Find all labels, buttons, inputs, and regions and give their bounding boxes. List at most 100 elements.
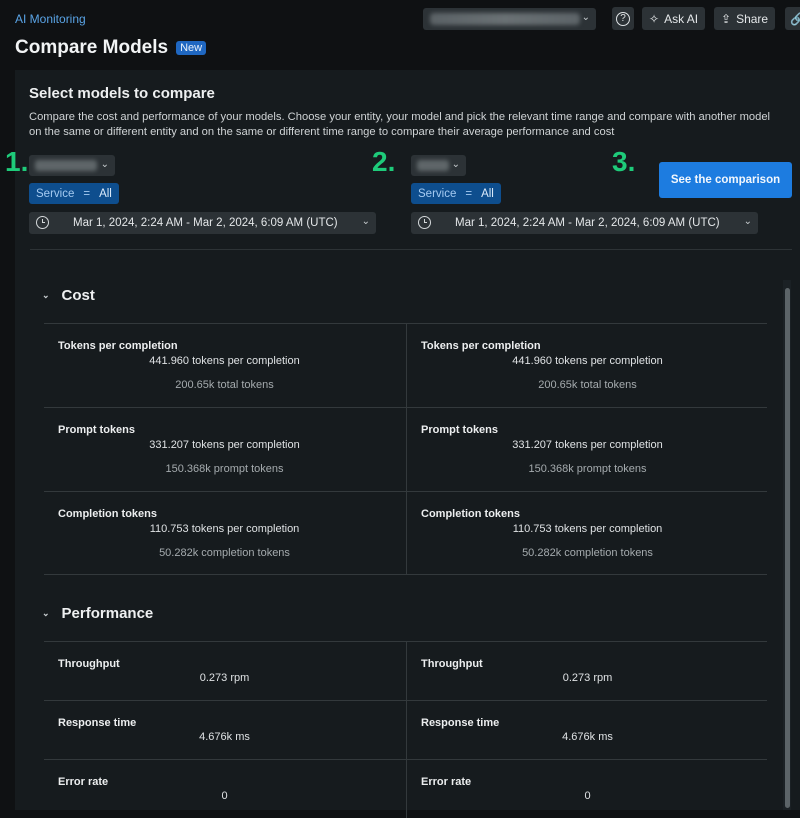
chevron-down-icon: ⌄ (581, 12, 590, 23)
see-comparison-button[interactable]: See the comparison (659, 162, 792, 198)
metric-value: 441.960 tokens per completion (149, 355, 300, 367)
chevron-down-icon: ⌄ (451, 159, 460, 170)
comparison-row: Prompt tokens 331.207 tokens per complet… (44, 407, 767, 491)
metric-label: Response time (421, 717, 500, 729)
metric-label: Prompt tokens (58, 424, 136, 436)
top-bar: AI Monitoring Compare Models New ⌄ ? ✧ A… (0, 0, 800, 70)
model-2-cell: Completion tokens 110.753 tokens per com… (406, 492, 767, 574)
model-2-cell: Tokens per completion 441.960 tokens per… (406, 324, 767, 407)
metric-label: Completion tokens (58, 508, 158, 520)
model-1-time-range-picker[interactable]: Mar 1, 2024, 2:24 AM - Mar 2, 2024, 6:09… (29, 212, 376, 234)
metric-label: Prompt tokens (421, 424, 499, 436)
divider (30, 249, 792, 250)
new-badge: New (176, 41, 207, 55)
question-circle-icon: ? (616, 11, 630, 26)
filter-value: All (99, 187, 112, 200)
step-3-label: 3. (612, 146, 636, 177)
metric-label: Tokens per completion (58, 340, 178, 352)
metric-label: Response time (58, 717, 137, 729)
share-button[interactable]: ⇪ Share (714, 7, 776, 30)
metric-label: Error rate (421, 776, 472, 788)
filter-key: Service (418, 187, 457, 200)
comparison-row: Error rate 0 Error rate 0 (44, 759, 767, 818)
cost-section-toggle[interactable]: ⌄ Cost (42, 287, 95, 304)
select-models-description: Compare the cost and performance of your… (29, 111, 771, 138)
model-1-cell: Response time 4.676k ms (44, 701, 405, 759)
chevron-down-icon: ⌄ (100, 159, 109, 170)
metric-subvalue: 150.368k prompt tokens (165, 463, 284, 475)
step-1-label: 1. (5, 146, 29, 177)
model-2-cell: Error rate 0 (406, 760, 767, 818)
model-2-cell: Throughput 0.273 rpm (406, 642, 767, 700)
metric-value: 0.273 rpm (199, 672, 250, 684)
metric-label: Throughput (421, 658, 483, 670)
cost-comparison-grid: Tokens per completion 441.960 tokens per… (44, 323, 767, 575)
model-2-time-range-picker[interactable]: Mar 1, 2024, 2:24 AM - Mar 2, 2024, 6:09… (411, 212, 758, 234)
redacted-account-name (430, 13, 580, 25)
time-range-text: Mar 1, 2024, 2:24 AM - Mar 2, 2024, 6:09… (455, 217, 720, 229)
step-2-label: 2. (372, 146, 396, 177)
left-gutter (0, 70, 15, 810)
model-2-cell: Prompt tokens 331.207 tokens per complet… (406, 408, 767, 491)
metric-label: Completion tokens (421, 508, 521, 520)
performance-section-title: Performance (61, 605, 154, 622)
clock-icon (36, 216, 49, 229)
redacted-model-name (35, 160, 97, 171)
model-2-service-filter[interactable]: Service = All (411, 183, 501, 204)
metric-label: Error rate (58, 776, 109, 788)
metric-value: 331.207 tokens per completion (512, 439, 663, 451)
page-title: Compare Models New (15, 37, 207, 59)
cost-section-title: Cost (61, 287, 95, 304)
select-models-title: Select models to compare (29, 85, 215, 102)
metric-value: 0.273 rpm (562, 672, 613, 684)
metric-subvalue: 50.282k completion tokens (522, 547, 653, 559)
metric-value: 441.960 tokens per completion (512, 355, 663, 367)
breadcrumb-ai-monitoring[interactable]: AI Monitoring (15, 12, 86, 26)
chevron-down-icon: ⌄ (42, 290, 50, 300)
share-icon: ⇪ (721, 11, 732, 26)
filter-key: Service (36, 187, 75, 200)
metric-value: 4.676k ms (199, 731, 250, 743)
metric-value: 110.753 tokens per completion (149, 523, 300, 535)
model-1-cell: Completion tokens 110.753 tokens per com… (44, 492, 405, 574)
copy-link-button[interactable]: 🔗 (785, 7, 800, 30)
metric-value: 331.207 tokens per completion (149, 439, 300, 451)
comparison-row: Response time 4.676k ms Response time 4.… (44, 700, 767, 759)
scrollbar-thumb[interactable] (785, 288, 790, 808)
model-1-cell: Tokens per completion 441.960 tokens per… (44, 324, 405, 407)
vertical-scrollbar[interactable] (783, 280, 791, 810)
filter-operator: = (465, 187, 473, 200)
sparkle-icon: ✧ (649, 11, 660, 26)
comparison-row: Tokens per completion 441.960 tokens per… (44, 323, 767, 407)
metric-value: 0 (221, 790, 228, 802)
model-1-select[interactable]: ⌄ (29, 155, 115, 176)
metric-subvalue: 200.65k total tokens (175, 379, 274, 391)
performance-section-toggle[interactable]: ⌄ Performance (42, 605, 153, 622)
account-selector[interactable]: ⌄ (423, 8, 596, 30)
metric-value: 0 (584, 790, 591, 802)
time-range-text: Mar 1, 2024, 2:24 AM - Mar 2, 2024, 6:09… (73, 217, 338, 229)
link-icon: 🔗 (790, 11, 800, 26)
filter-value: All (481, 187, 494, 200)
clock-icon (418, 216, 431, 229)
comparison-row: Completion tokens 110.753 tokens per com… (44, 491, 767, 575)
chevron-down-icon: ⌄ (361, 216, 370, 227)
metric-subvalue: 50.282k completion tokens (159, 547, 290, 559)
chevron-down-icon: ⌄ (42, 608, 50, 618)
ask-ai-label: Ask AI (664, 11, 699, 26)
metric-label: Tokens per completion (421, 340, 541, 352)
page-title-text: Compare Models (15, 37, 169, 58)
model-2-cell: Response time 4.676k ms (406, 701, 767, 759)
metric-label: Throughput (58, 658, 120, 670)
performance-comparison-grid: Throughput 0.273 rpm Throughput 0.273 rp… (44, 641, 767, 818)
metric-value: 4.676k ms (562, 731, 613, 743)
share-label: Share (736, 11, 769, 26)
metric-value: 110.753 tokens per completion (512, 523, 663, 535)
comparison-row: Throughput 0.273 rpm Throughput 0.273 rp… (44, 641, 767, 700)
metric-subvalue: 200.65k total tokens (538, 379, 637, 391)
metric-subvalue: 150.368k prompt tokens (528, 463, 647, 475)
ask-ai-button[interactable]: ✧ Ask AI (642, 7, 706, 30)
model-2-select[interactable]: ⌄ (411, 155, 466, 176)
model-1-service-filter[interactable]: Service = All (29, 183, 119, 204)
help-button[interactable]: ? (612, 7, 634, 30)
